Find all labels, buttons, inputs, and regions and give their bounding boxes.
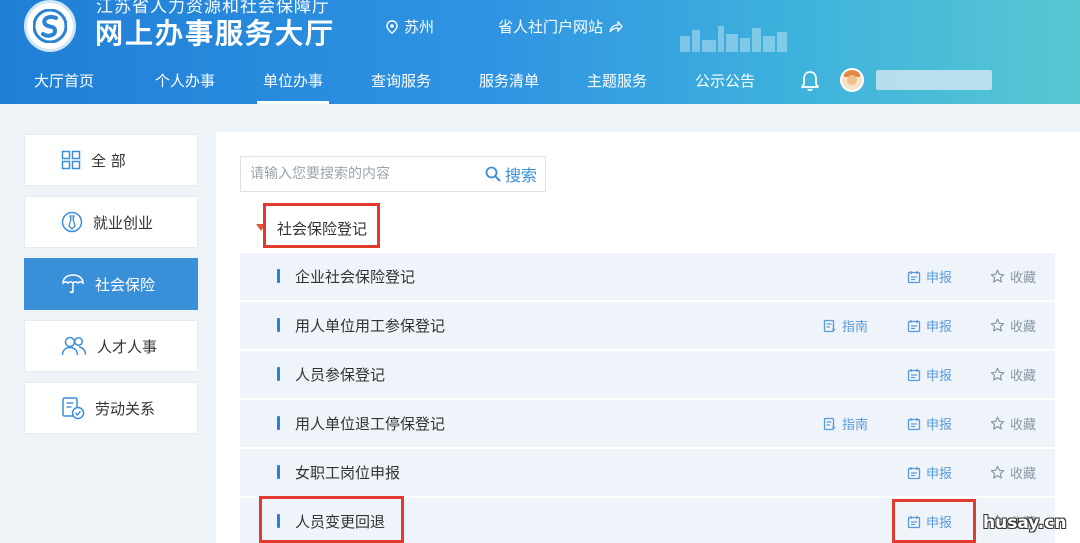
apply-button[interactable]: 申报 (907, 414, 952, 433)
sidebar-item-label: 就业创业 (93, 213, 154, 232)
sidebar-item-employment[interactable]: 就业创业 (24, 196, 198, 248)
nav-item-home[interactable]: 大厅首页 (34, 70, 94, 91)
nav-item-theme[interactable]: 主题服务 (587, 70, 647, 91)
share-arrow-icon (609, 20, 623, 33)
nav-item-notice[interactable]: 公示公告 (695, 70, 755, 91)
employment-icon (61, 211, 83, 233)
guide-icon (823, 319, 836, 332)
favorite-button[interactable]: 收藏 (990, 463, 1036, 482)
guide-label: 指南 (842, 320, 869, 335)
search-icon (485, 166, 501, 182)
people-icon (61, 336, 87, 356)
sidebar-item-labor-relations[interactable]: 劳动关系 (24, 382, 198, 434)
apply-button[interactable]: 申报 (907, 463, 952, 482)
calendar-icon (907, 417, 921, 430)
sidebar-item-talent[interactable]: 人才人事 (24, 320, 198, 372)
favorite-button[interactable]: 收藏 (990, 414, 1036, 433)
search-button-label: 搜索 (505, 166, 538, 185)
sidebar-item-all[interactable]: 全 部 (24, 134, 198, 186)
search-button[interactable]: 搜索 (485, 162, 537, 186)
service-name[interactable]: 用人单位用工参保登记 (295, 315, 445, 336)
grid-icon (61, 150, 81, 170)
service-name[interactable]: 用人单位退工停保登记 (295, 413, 445, 434)
highlight-box-apply (892, 499, 976, 543)
favorite-label: 收藏 (1010, 320, 1037, 335)
service-name[interactable]: 企业社会保险登记 (295, 266, 415, 287)
nav-item-personal[interactable]: 个人办事 (155, 70, 215, 91)
portal-link-label: 省人社门户网站 (498, 18, 604, 36)
star-icon (990, 318, 1005, 332)
guide-icon (823, 417, 836, 430)
calendar-icon (907, 368, 921, 381)
watermark: husay.cn (983, 513, 1067, 533)
star-icon (990, 416, 1005, 430)
search-input[interactable] (241, 157, 477, 191)
star-icon (990, 367, 1005, 381)
logo-emblem-icon (33, 9, 67, 43)
service-row[interactable]: 企业社会保险登记 申报 收藏 (240, 253, 1055, 300)
service-name[interactable]: 人员参保登记 (295, 364, 385, 385)
username-blurred[interactable] (876, 70, 992, 90)
guide-button[interactable]: 指南 (823, 414, 868, 433)
star-icon (990, 269, 1005, 283)
document-icon (62, 397, 85, 420)
sidebar-item-label: 全 部 (91, 151, 126, 170)
favorite-label: 收藏 (1010, 467, 1037, 482)
site-title: 网上办事服务大厅 (95, 17, 336, 50)
calendar-icon (907, 270, 921, 283)
location-label: 苏州 (404, 18, 435, 36)
apply-button[interactable]: 申报 (907, 267, 952, 286)
apply-label: 申报 (926, 369, 953, 384)
row-marker (277, 465, 280, 479)
apply-label: 申报 (926, 271, 953, 286)
logo[interactable] (24, 0, 76, 52)
favorite-label: 收藏 (1010, 369, 1037, 384)
apply-label: 申报 (926, 418, 953, 433)
service-row[interactable]: 用人单位退工停保登记 指南 申报 收藏 (240, 400, 1055, 447)
favorite-button[interactable]: 收藏 (990, 267, 1036, 286)
nav-item-service-list[interactable]: 服务清单 (479, 70, 539, 91)
nav-item-query[interactable]: 查询服务 (371, 70, 431, 91)
skyline-decoration (680, 26, 787, 52)
sidebar-item-social-insurance[interactable]: 社会保险 (24, 258, 198, 310)
service-row[interactable]: 人员参保登记 申报 收藏 (240, 351, 1055, 398)
row-marker (277, 318, 280, 332)
favorite-label: 收藏 (1010, 271, 1037, 286)
star-icon (990, 465, 1005, 479)
favorite-label: 收藏 (1010, 418, 1037, 433)
service-row[interactable]: 女职工岗位申报 申报 收藏 (240, 449, 1055, 496)
apply-button[interactable]: 申报 (907, 365, 952, 384)
guide-label: 指南 (842, 418, 869, 433)
row-marker (277, 367, 280, 381)
highlight-box-service (259, 496, 404, 543)
sidebar-item-label: 人才人事 (97, 337, 158, 356)
highlight-box-category (263, 203, 380, 248)
apply-label: 申报 (926, 320, 953, 335)
bell-icon[interactable] (800, 70, 820, 92)
location-selector[interactable]: 苏州 (386, 16, 434, 37)
row-marker (277, 416, 280, 430)
sidebar-item-label: 社会保险 (95, 275, 156, 294)
portal-link[interactable]: 省人社门户网站 (498, 16, 623, 37)
service-name[interactable]: 女职工岗位申报 (295, 462, 400, 483)
service-row[interactable]: 用人单位用工参保登记 指南 申报 收藏 (240, 302, 1055, 349)
apply-label: 申报 (926, 467, 953, 482)
umbrella-icon (62, 274, 84, 294)
nav-item-employer[interactable]: 单位办事 (256, 70, 330, 104)
sidebar-item-label: 劳动关系 (95, 399, 156, 418)
guide-button[interactable]: 指南 (823, 316, 868, 335)
favorite-button[interactable]: 收藏 (990, 316, 1036, 335)
search-box: 搜索 (240, 156, 546, 192)
calendar-icon (907, 466, 921, 479)
favorite-button[interactable]: 收藏 (990, 365, 1036, 384)
calendar-icon (907, 319, 921, 332)
apply-button[interactable]: 申报 (907, 316, 952, 335)
avatar[interactable] (840, 68, 864, 92)
row-marker (277, 269, 280, 283)
location-pin-icon (386, 19, 398, 34)
